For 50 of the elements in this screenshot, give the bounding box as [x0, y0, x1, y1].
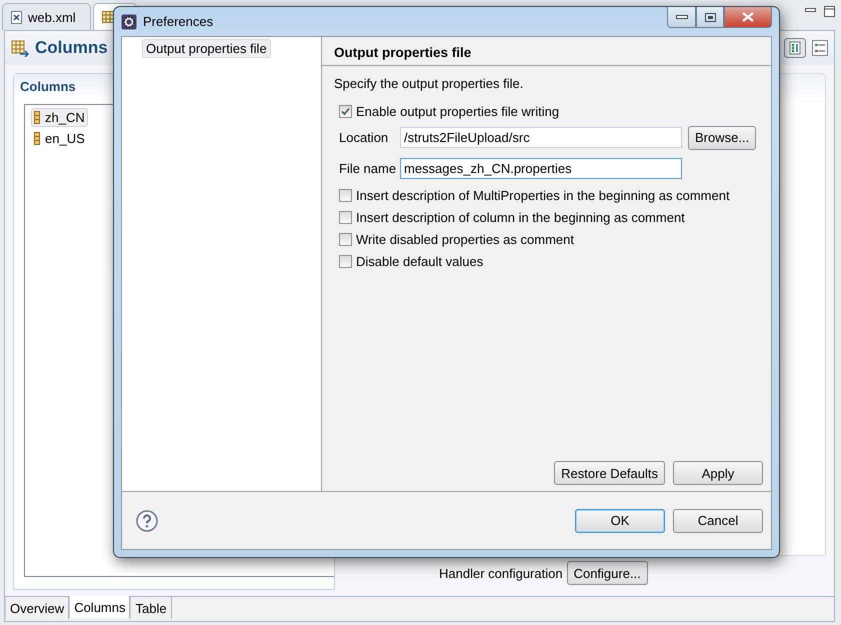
close-button[interactable] [724, 7, 772, 28]
maximize-button[interactable] [696, 7, 724, 28]
field-label: Location [339, 130, 390, 145]
checkbox-label: Disable default values [356, 254, 484, 268]
ok-button[interactable]: OK [575, 508, 665, 532]
text-field[interactable]: /struts2FileUpload/src [400, 127, 682, 148]
tree-item[interactable]: Output properties file [142, 39, 271, 58]
section-title: Columns [20, 78, 76, 94]
checkbox-label: Insert description of column in the beginning as comment [356, 210, 685, 224]
checkbox-label: Enable output properties file writing [356, 104, 560, 118]
help-icon[interactable] [136, 510, 158, 532]
editor-tab[interactable]: web.xml [2, 3, 91, 30]
page-tab[interactable]: Columns [69, 596, 130, 618]
table-icon [102, 11, 114, 23]
minimize-icon [676, 15, 688, 19]
column-item[interactable]: en_US [31, 129, 88, 148]
handler-label: Handler configuration [439, 566, 563, 580]
text-field[interactable]: messages_zh_CN.properties [400, 158, 682, 179]
columns-icon [11, 39, 29, 57]
page-tab[interactable]: Table [130, 597, 172, 619]
editor-title: Columns [35, 38, 108, 58]
checkbox[interactable] [339, 254, 352, 268]
browse-button[interactable]: Browse... [688, 126, 756, 150]
page-tab[interactable]: Overview [5, 597, 70, 619]
column-item[interactable]: zh_CN [31, 108, 88, 127]
checkbox[interactable] [339, 188, 352, 202]
column-icon [34, 111, 40, 124]
checkbox-label: Insert description of MultiProperties in the beginning as comment [356, 188, 730, 202]
checkbox[interactable] [339, 104, 352, 118]
maximize-icon [704, 12, 716, 22]
maximize-icon[interactable] [824, 6, 835, 17]
field-label: File name [339, 161, 394, 176]
checkbox[interactable] [339, 232, 352, 246]
page-title: Output properties file [334, 45, 472, 60]
checkbox-label: Write disabled properties as comment [356, 232, 574, 246]
layout-icon[interactable] [784, 38, 806, 58]
gear-icon [121, 14, 137, 30]
close-icon [742, 12, 754, 22]
list-icon[interactable] [812, 40, 828, 56]
column-icon [34, 132, 40, 145]
page-description: Specify the output properties file. [334, 76, 524, 91]
checkbox[interactable] [339, 210, 352, 224]
apply-button[interactable]: Apply [673, 461, 763, 485]
minimize-icon[interactable] [805, 8, 816, 13]
dialog-title: Preferences [143, 14, 214, 29]
restore-defaults-button[interactable]: Restore Defaults [554, 461, 665, 485]
xml-file-icon [11, 10, 22, 24]
configure-button[interactable]: Configure... [566, 561, 648, 585]
cancel-button[interactable]: Cancel [673, 508, 763, 532]
minimize-button[interactable] [667, 7, 696, 28]
